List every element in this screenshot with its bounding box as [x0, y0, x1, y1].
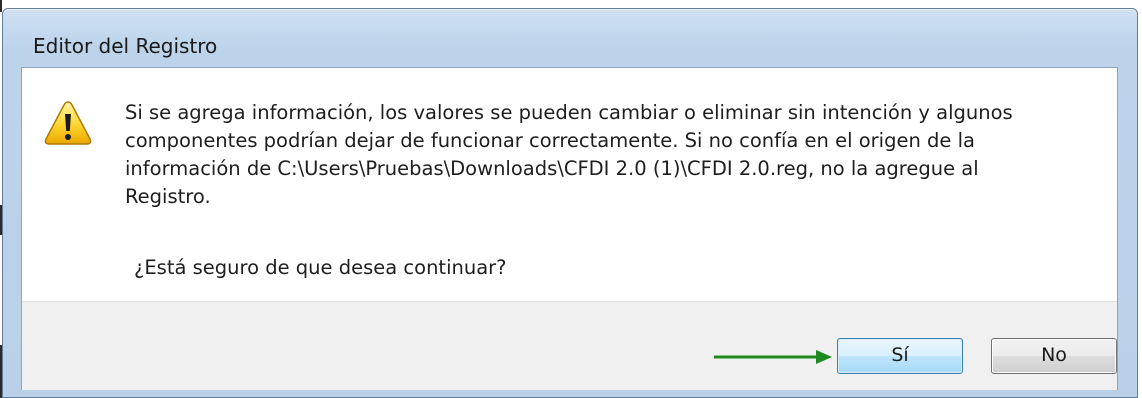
message-line: componentes podrían dejar de funcionar c…	[125, 129, 975, 152]
message-line: Si se agrega información, los valores se…	[125, 101, 1013, 124]
message-line: Registro.	[125, 185, 211, 208]
no-button[interactable]: No	[991, 338, 1117, 374]
confirmation-question: ¿Está seguro de que desea continuar?	[134, 256, 507, 279]
title-bar[interactable]: Editor del Registro	[3, 9, 1137, 69]
yes-button[interactable]: Sí	[837, 338, 963, 374]
green-arrow-annotation	[714, 350, 832, 364]
message-area: Si se agrega información, los valores se…	[22, 68, 1117, 301]
warning-icon	[44, 101, 92, 145]
button-bar: Sí No	[22, 301, 1117, 390]
warning-message: Si se agrega información, los valores se…	[125, 99, 1085, 211]
message-line: información de C:\Users\Pruebas\Download…	[125, 157, 979, 180]
registry-editor-dialog: Editor del Registro Si se agrega informa…	[2, 8, 1138, 398]
window-title: Editor del Registro	[33, 34, 218, 58]
dialog-body: Si se agrega información, los valores se…	[21, 67, 1118, 390]
